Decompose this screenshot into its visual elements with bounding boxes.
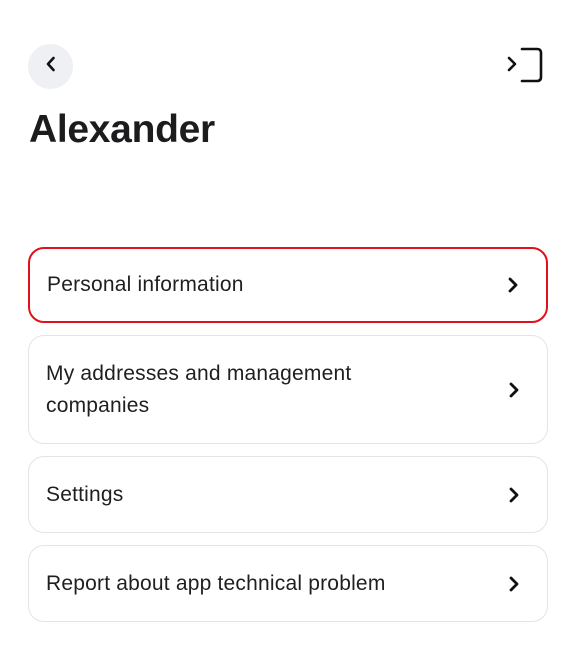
menu-item-personal-information[interactable]: Personal information	[28, 247, 548, 323]
menu-item-label: Report about app technical problem	[46, 571, 386, 595]
menu-item-label: My addresses and management companies	[46, 361, 352, 417]
menu-item-label: Settings	[46, 482, 124, 506]
logout-button[interactable]	[503, 46, 547, 88]
menu-item-label: Personal information	[47, 273, 244, 296]
logout-icon	[505, 45, 545, 90]
chevron-right-icon	[507, 486, 521, 504]
chevron-right-icon	[507, 381, 521, 399]
menu-item-settings[interactable]: Settings	[28, 456, 548, 533]
back-button[interactable]	[28, 44, 73, 89]
menu-list: Personal information My addresses and ma…	[28, 247, 548, 634]
chevron-right-icon	[506, 276, 520, 294]
chevron-left-icon	[45, 56, 57, 77]
menu-item-report-problem[interactable]: Report about app technical problem	[28, 545, 548, 622]
chevron-right-icon	[507, 575, 521, 593]
page-title: Alexander	[29, 108, 215, 151]
menu-item-addresses[interactable]: My addresses and management companies	[28, 335, 548, 444]
